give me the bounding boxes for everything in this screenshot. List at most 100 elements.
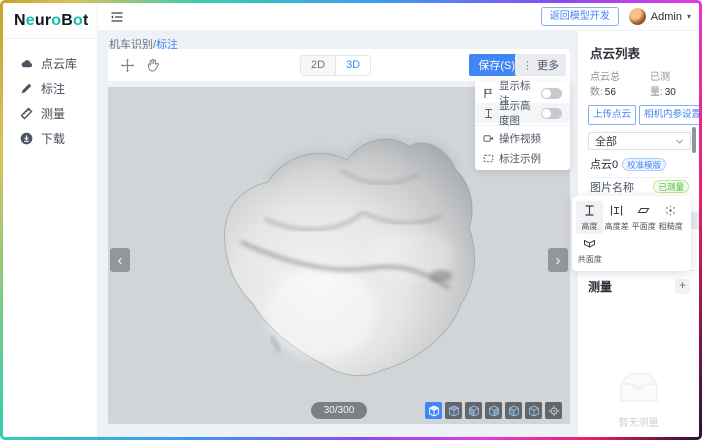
move-icon[interactable] bbox=[120, 58, 135, 73]
back-to-model-dev-button[interactable]: 返回模型开发 bbox=[541, 7, 619, 26]
avatar bbox=[629, 8, 646, 25]
screenshot-frame: NeuroBot 点云库 标注 测量 下载 返 bbox=[0, 0, 702, 440]
tool-height-diff[interactable]: 高度差 bbox=[603, 201, 630, 234]
username: Admin bbox=[651, 11, 682, 23]
pointcloud-stats: 点云总数:56 已测量:30 bbox=[590, 68, 691, 98]
menu-item-label: 显示高度图 bbox=[499, 98, 536, 128]
next-image-button[interactable]: › bbox=[548, 248, 568, 272]
stat-measured: 已测量:30 bbox=[650, 68, 691, 98]
view-mode-switcher: 2D 3D bbox=[300, 55, 371, 76]
upload-pointcloud-button[interactable]: 上传点云 bbox=[588, 105, 636, 125]
flag-icon bbox=[483, 88, 494, 99]
cube-icon bbox=[428, 405, 440, 417]
logo-segment: e bbox=[26, 12, 35, 30]
chevron-down-icon bbox=[675, 137, 684, 146]
logo-segment: ur bbox=[35, 12, 51, 30]
show-heightmap-toggle[interactable] bbox=[541, 108, 562, 119]
menu-item-annotation-example[interactable]: 标注示例 bbox=[475, 148, 570, 168]
cube-icon bbox=[508, 405, 520, 417]
chevron-left-icon: ‹ bbox=[118, 252, 123, 269]
image-list-item[interactable]: 图片名称 已测量 bbox=[588, 178, 691, 195]
cube-icon bbox=[488, 405, 500, 417]
height-tool-icon bbox=[583, 204, 596, 217]
tool-label: 平面度 bbox=[631, 220, 655, 231]
logo-segment: B bbox=[61, 12, 73, 30]
more-label: 更多 bbox=[537, 57, 559, 73]
height-map-icon bbox=[483, 108, 494, 119]
empty-state: 暂无测量 bbox=[578, 371, 699, 429]
logo-segment: o bbox=[51, 12, 61, 30]
cube-icon bbox=[468, 405, 480, 417]
sidebar-item-pointcloud-library[interactable]: 点云库 bbox=[3, 51, 97, 76]
sidebar-item-annotate[interactable]: 标注 bbox=[3, 76, 97, 101]
list-scrollbar[interactable] bbox=[692, 127, 696, 153]
sidebar-item-measure[interactable]: 测量 bbox=[3, 101, 97, 126]
cube-icon bbox=[448, 405, 460, 417]
pointcloud-item[interactable]: 点云0 校准模版 bbox=[588, 156, 691, 178]
logo-segment: o bbox=[73, 12, 83, 30]
dashed-rect-icon bbox=[483, 153, 494, 164]
filter-select[interactable]: 全部 bbox=[588, 132, 691, 150]
view-cube-buttons bbox=[425, 402, 562, 419]
tool-roughness[interactable]: 粗糙度 bbox=[657, 201, 684, 234]
menu-item-label: 操作视频 bbox=[499, 131, 541, 146]
menu-item-show-heightmap[interactable]: 显示高度图 bbox=[475, 103, 570, 123]
tool-label: 共面度 bbox=[577, 253, 601, 264]
neurobot-app: NeuroBot 点云库 标注 测量 下载 返 bbox=[3, 3, 699, 437]
add-measure-button[interactable]: + bbox=[675, 279, 690, 294]
tool-label: 粗糙度 bbox=[658, 220, 682, 231]
sidebar-nav: 点云库 标注 测量 下载 bbox=[3, 39, 97, 151]
sidebar-item-label: 测量 bbox=[41, 105, 65, 122]
hand-icon[interactable] bbox=[146, 58, 161, 73]
crosshair-icon bbox=[548, 405, 560, 417]
download-icon bbox=[20, 132, 33, 145]
view-right-button[interactable] bbox=[485, 402, 502, 419]
view-top-button[interactable] bbox=[445, 402, 462, 419]
image-name: 图片名称 bbox=[590, 179, 634, 195]
coplanarity-icon bbox=[583, 237, 596, 250]
show-annotation-toggle[interactable] bbox=[541, 88, 562, 99]
stat-total: 点云总数:56 bbox=[590, 68, 640, 98]
view-back-button[interactable] bbox=[525, 402, 542, 419]
pointcloud-name: 点云0 bbox=[590, 156, 618, 172]
menu-item-label: 标注示例 bbox=[499, 151, 541, 166]
measure-header: 测量 + bbox=[588, 278, 690, 295]
menu-item-tutorial-video[interactable]: 操作视频 bbox=[475, 128, 570, 148]
menu-fold-icon[interactable] bbox=[110, 10, 124, 24]
sidebar-item-label: 点云库 bbox=[41, 55, 77, 72]
dots-vertical-icon: ⋮ bbox=[522, 59, 533, 72]
cloud-icon bbox=[20, 57, 33, 70]
tab-3d[interactable]: 3D bbox=[335, 56, 370, 75]
tool-flatness[interactable]: 平面度 bbox=[630, 201, 657, 234]
tool-label: 高度差 bbox=[604, 220, 628, 231]
pagination-indicator: 30/300 bbox=[311, 402, 367, 419]
tool-label: 高度 bbox=[581, 220, 597, 231]
panel-title: 点云列表 bbox=[590, 43, 691, 62]
more-button[interactable]: ⋮ 更多 bbox=[515, 54, 566, 76]
sidebar-item-label: 下载 bbox=[41, 130, 65, 147]
view-front-button[interactable] bbox=[465, 402, 482, 419]
height-diff-icon bbox=[610, 204, 623, 217]
reset-view-button[interactable] bbox=[545, 402, 562, 419]
view-left-button[interactable] bbox=[505, 402, 522, 419]
measure-tools-palette: 高度 高度差 平面度 粗糙度 共面度 bbox=[572, 196, 691, 271]
view-iso-button[interactable] bbox=[425, 402, 442, 419]
tool-height[interactable]: 高度 bbox=[576, 201, 603, 234]
measure-icon bbox=[20, 107, 33, 120]
chevron-down-icon: ▾ bbox=[687, 12, 691, 21]
calibration-template-tag: 校准模版 bbox=[622, 158, 666, 171]
measured-tag: 已测量 bbox=[653, 180, 689, 193]
prev-image-button[interactable]: ‹ bbox=[110, 248, 130, 272]
panel-buttons: 上传点云 相机内参设置 bbox=[588, 105, 691, 125]
sidebar-item-label: 标注 bbox=[41, 80, 65, 97]
tooth-3d-model bbox=[213, 124, 478, 379]
tab-2d[interactable]: 2D bbox=[301, 56, 335, 75]
sidebar: NeuroBot 点云库 标注 测量 下载 bbox=[3, 3, 98, 437]
measure-section: 测量 + 暂无测量 bbox=[578, 270, 699, 437]
sidebar-item-download[interactable]: 下载 bbox=[3, 126, 97, 151]
logo-segment: N bbox=[14, 12, 26, 30]
user-menu[interactable]: Admin ▾ bbox=[629, 8, 691, 25]
camera-intrinsics-button[interactable]: 相机内参设置 bbox=[639, 105, 699, 125]
tool-coplanarity[interactable]: 共面度 bbox=[576, 234, 603, 267]
canvas-toolbar: 2D 3D 保存(S) ⋮ 更多 bbox=[108, 49, 570, 81]
